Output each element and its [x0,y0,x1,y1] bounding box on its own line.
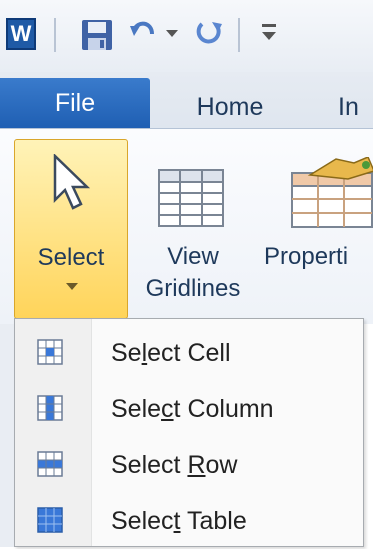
redo-icon[interactable] [194,18,226,50]
toolbar-separator [54,18,56,52]
undo-icon[interactable] [128,18,158,48]
document-edge [0,324,14,547]
menu-item-label: Select Cell [111,339,231,367]
select-dropdown-menu: Select Cell Select Column Select Row Sel… [14,318,364,547]
menu-item-label: Select Table [111,507,247,535]
select-column-icon [37,395,63,421]
chevron-down-icon [66,283,78,290]
view-label: View [167,243,219,270]
gridlines-label: Gridlines [145,275,241,302]
quick-access-toolbar: W [0,0,373,72]
select-cell-icon [37,339,63,365]
tab-file[interactable]: File [0,78,150,128]
tab-home[interactable]: Home [175,86,285,128]
ribbon-panel: Select View Gridlines Properti [0,129,373,324]
chevron-down-icon[interactable] [166,28,178,38]
menu-item-label: Select Column [111,395,274,423]
customize-toolbar-icon[interactable] [262,20,276,42]
menu-item-label: Select Row [111,451,238,479]
properties-label: Properti [264,243,349,270]
menu-item-select-cell[interactable]: Select Cell [15,325,363,381]
select-label: Select [37,244,105,271]
select-row-icon [37,451,63,477]
tab-insert[interactable]: In [338,86,373,128]
word-app-icon[interactable]: W [6,18,36,50]
toolbar-separator [238,18,240,52]
select-button[interactable]: Select [14,139,128,319]
menu-item-select-row[interactable]: Select Row [15,437,363,493]
select-table-icon [37,507,63,533]
cursor-arrow-icon [53,154,91,210]
gridlines-icon [158,169,224,227]
ribbon-tabs: File Home In [0,72,373,129]
table-properties-icon [291,157,373,228]
save-icon[interactable] [80,18,114,52]
properties-button[interactable]: Properti [262,139,373,319]
view-gridlines-button[interactable]: View Gridlines [130,139,256,319]
menu-item-select-table[interactable]: Select Table [15,493,363,549]
menu-item-select-column[interactable]: Select Column [15,381,363,437]
